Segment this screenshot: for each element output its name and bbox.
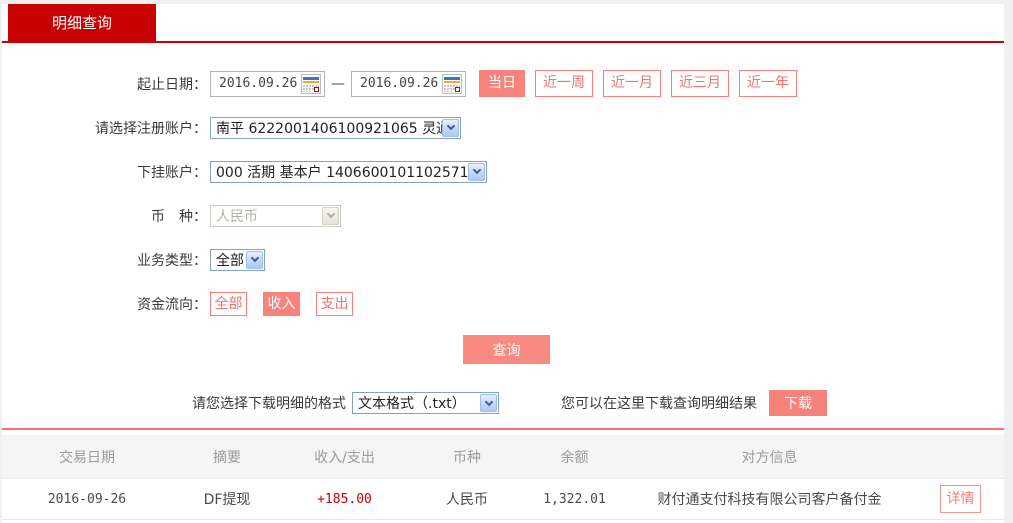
end-date-value: 2016.09.26 [360,76,439,91]
range-button-last-month[interactable]: 近一月 [603,70,661,97]
download-button[interactable]: 下载 [769,390,827,416]
chevron-down-icon[interactable] [246,250,263,269]
range-button-last-year[interactable]: 近一年 [739,70,797,97]
currency-value: 人民币 [216,208,258,225]
start-date-value: 2016.09.26 [219,76,298,91]
download-format-value: 文本格式（.txt） [358,396,466,412]
cell-summary: DF提现 [203,492,251,508]
currency-label: 币 种： [151,208,207,225]
date-range-row: 起止日期： 2016.09.26 — 2016.09.26 当日 近一周 近一月… [2,70,1004,97]
registered-account-label: 请选择注册账户： [95,120,207,137]
cell-trade-date: 2016-09-26 [47,491,127,507]
header-balance: 余额 [560,449,589,466]
business-type-row: 业务类型： 全部 [2,246,1004,273]
fund-flow-label: 资金流向： [137,296,207,313]
results-table: 交易日期 摘要 收入/支出 币种 余额 对方信息 2016-09-26 DF提现… [2,435,1004,520]
detail-button[interactable]: 详情 [940,485,981,513]
chevron-down-icon[interactable] [480,394,497,412]
date-range-separator: — [331,75,345,92]
fund-flow-row: 资金流向： 全部 收入 支出 [2,290,1004,317]
registered-account-value: 南平 6222001406100921065 灵通卡 [216,120,442,137]
header-income-expense: 收入/支出 [314,449,375,466]
date-range-label: 起止日期： [137,76,207,93]
fund-flow-income-button[interactable]: 收入 [263,291,300,316]
download-row: 请您选择下载明细的格式 文本格式（.txt） 您可以在这里下载查询明细结果 下载 [2,390,1004,416]
cell-counterparty: 财付通支付科技有限公司客户备付金 [657,492,882,508]
range-button-last-quarter[interactable]: 近三月 [671,70,729,97]
sub-account-select[interactable]: 000 活期 基本户 1406600101102571848 [210,160,487,183]
tab-strip: 明细查询 [2,4,1004,43]
chevron-down-icon[interactable] [442,118,459,137]
chevron-down-icon [322,206,339,225]
registered-account-select[interactable]: 南平 6222001406100921065 灵通卡 [210,116,461,139]
download-format-select[interactable]: 文本格式（.txt） [352,392,499,414]
sub-account-row: 下挂账户： 000 活期 基本户 1406600101102571848 [2,158,1004,185]
range-button-today[interactable]: 当日 [479,70,525,97]
header-summary: 摘要 [213,449,241,466]
chevron-down-icon[interactable] [468,162,485,181]
header-currency: 币种 [453,449,481,466]
download-format-label: 请您选择下载明细的格式 [192,396,346,412]
currency-select: 人民币 [210,204,341,227]
cell-amount: +185.00 [317,491,372,507]
start-date-input[interactable]: 2016.09.26 [210,70,325,97]
main-content: 明细查询 起止日期： 2016.09.26 — 2016.09.26 当日 近一… [2,4,1004,523]
table-divider [2,428,1004,430]
end-date-input[interactable]: 2016.09.26 [351,70,466,97]
cell-currency: 人民币 [446,492,488,508]
tab-detail-query[interactable]: 明细查询 [8,4,156,43]
cell-actions: 详情 [917,485,1004,513]
header-trade-date: 交易日期 [59,449,115,466]
cell-balance: 1,322.01 [543,491,606,507]
calendar-icon[interactable] [442,73,462,94]
fund-flow-all-button[interactable]: 全部 [210,291,247,316]
table-header-row: 交易日期 摘要 收入/支出 币种 余额 对方信息 [2,435,1004,479]
download-hint: 您可以在这里下载查询明细结果 [561,396,757,412]
business-type-select[interactable]: 全部 [210,248,265,271]
calendar-icon[interactable] [301,73,321,94]
query-button[interactable]: 查询 [463,335,550,364]
business-type-value: 全部 [216,252,244,269]
fund-flow-expense-button[interactable]: 支出 [316,291,353,316]
sub-account-value: 000 活期 基本户 1406600101102571848 [216,164,468,181]
header-counterparty: 对方信息 [741,449,798,466]
business-type-label: 业务类型： [137,252,207,269]
registered-account-row: 请选择注册账户： 南平 6222001406100921065 灵通卡 [2,114,1004,141]
currency-row: 币 种： 人民币 [2,202,1004,229]
range-button-last-week[interactable]: 近一周 [535,70,593,97]
sub-account-label: 下挂账户： [137,164,207,181]
table-row: 2016-09-26 DF提现 +185.00 人民币 1,322.01 财付通… [2,479,1004,520]
